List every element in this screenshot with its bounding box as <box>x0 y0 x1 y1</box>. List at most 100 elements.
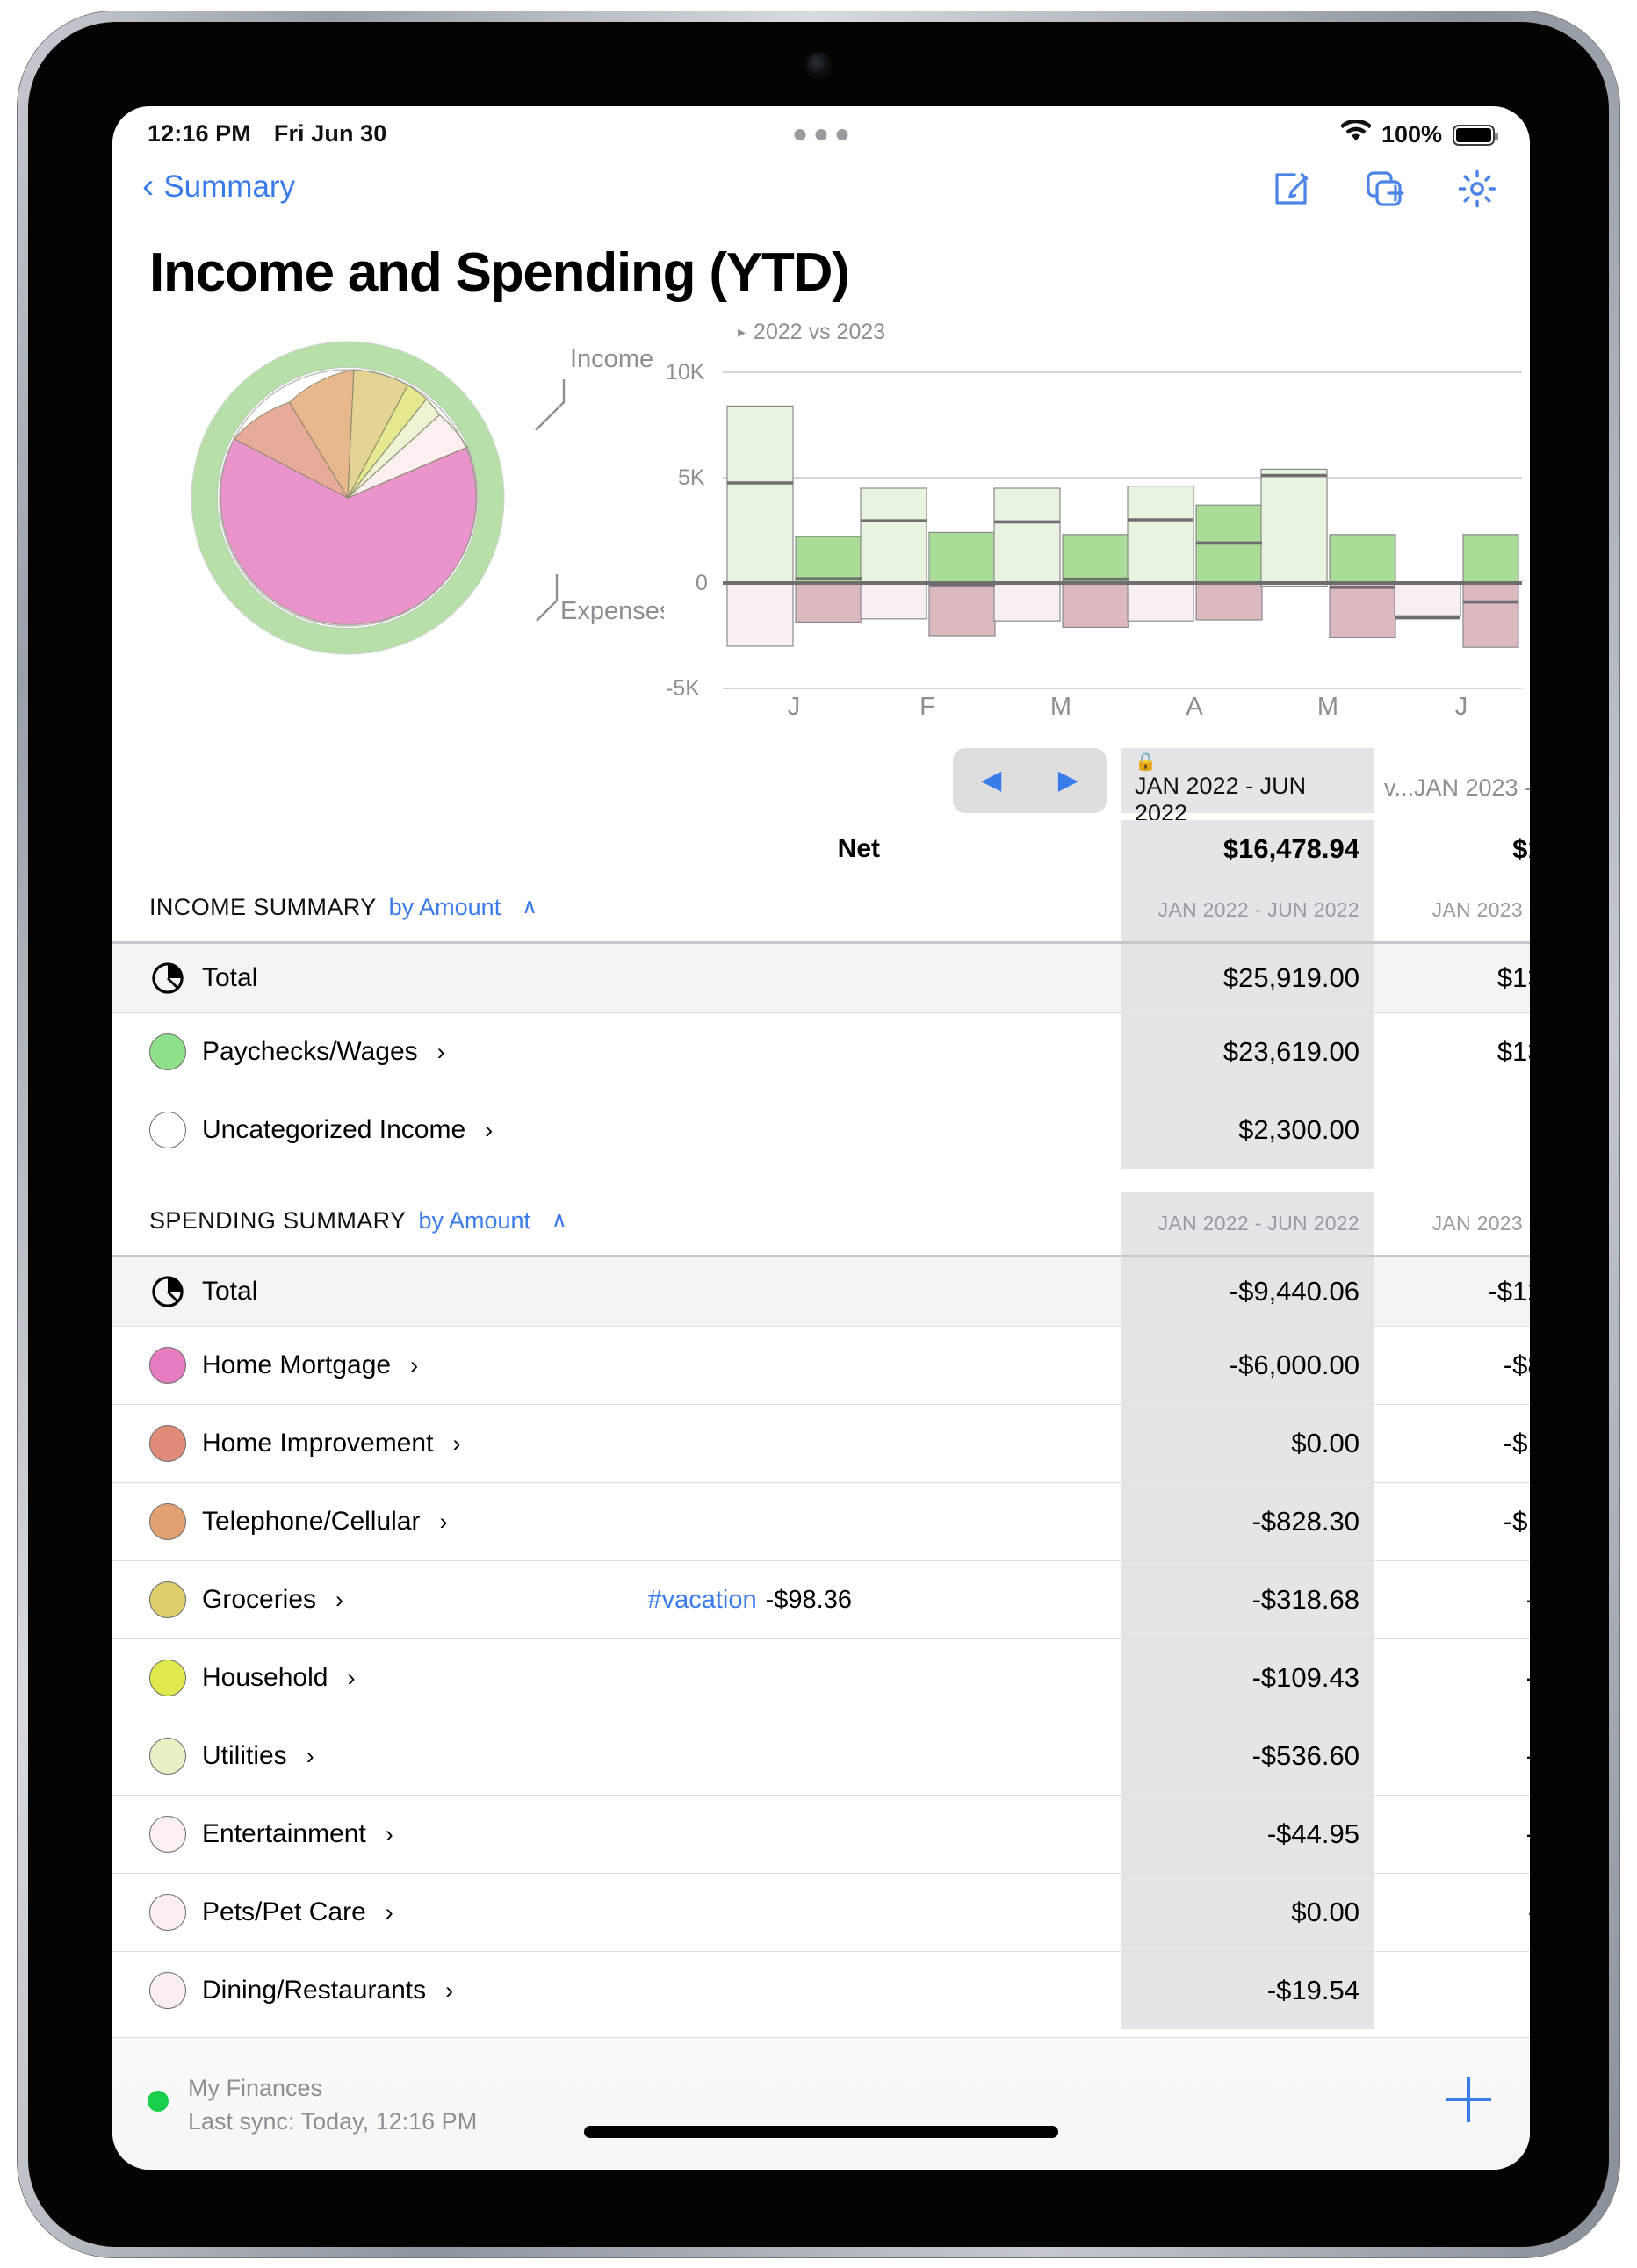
table-row[interactable]: Dining/Restaurants › -$19.54 -$95.00 <box>112 1951 1530 2029</box>
page-title: Income and Spending (YTD) <box>149 242 850 303</box>
chevron-right-icon: › <box>485 1116 494 1143</box>
table-row[interactable]: Groceries › #vacation -$98.36 -$318.68 -… <box>112 1560 1530 1638</box>
row-value-col1: -$19.54 <box>1121 1952 1374 2029</box>
net-value-col1: $16,478.94 <box>1121 820 1374 878</box>
category-color-dot <box>149 1972 186 2009</box>
gear-icon[interactable] <box>1456 168 1498 210</box>
category-color-dot <box>149 1816 186 1853</box>
row-value-col2: -$165.00 <box>1384 1796 1530 1873</box>
income-collapse-caret-icon[interactable]: ∧ <box>522 894 537 919</box>
status-time: 12:16 PM <box>148 120 251 147</box>
row-label: Household <box>202 1663 328 1692</box>
nav-actions <box>1270 168 1498 210</box>
row-label: Home Mortgage <box>202 1350 392 1379</box>
row-value-col1: -$6,000.00 <box>1121 1327 1374 1404</box>
donut-expenses-label: Expenses <box>560 597 664 625</box>
plus-icon[interactable] <box>1446 2077 1491 2122</box>
multitasking-dots[interactable] <box>794 129 848 140</box>
ipad-device-frame: 12:16 PM Fri Jun 30 100% ‹ Summary Incom… <box>18 11 1619 2257</box>
row-label: Groceries <box>202 1585 317 1614</box>
device-bezel: 12:16 PM Fri Jun 30 100% ‹ Summary Incom… <box>28 22 1609 2247</box>
account-name: My Finances <box>188 2075 323 2101</box>
xtick-mar: M <box>1050 693 1071 721</box>
bottom-status-bar: My Finances Last sync: Today, 12:16 PM <box>112 2037 1530 2170</box>
row-value-col1: $0.00 <box>1121 1874 1374 1951</box>
bar-chart-series-label[interactable]: ▸ 2022 vs 2023 <box>738 320 885 345</box>
row-value-col1: $2,300.00 <box>1121 1091 1374 1169</box>
chevron-left-icon: ‹ <box>142 166 155 205</box>
battery-icon <box>1453 124 1498 146</box>
category-color-dot <box>149 1112 186 1148</box>
ytick-neg5k: -5K <box>666 676 700 701</box>
table-row[interactable]: Household › -$109.43 -$208.66 <box>112 1638 1530 1717</box>
chevron-right-icon: › <box>385 1820 393 1847</box>
next-period-button[interactable]: ▶ <box>1058 767 1078 794</box>
row-value-col2: -$208.66 <box>1384 1639 1530 1717</box>
xtick-may: M <box>1317 693 1338 721</box>
front-camera <box>807 54 830 76</box>
column-2-period-label[interactable]: v...JAN 2023 - JUN 20... <box>1384 774 1530 802</box>
status-bar: 12:16 PM Fri Jun 30 100% <box>112 106 1530 161</box>
back-button-label: Summary <box>163 169 296 204</box>
disclosure-triangle-icon: ▸ <box>738 323 746 341</box>
ytick-0: 0 <box>696 571 708 595</box>
battery-percent: 100% <box>1381 121 1442 148</box>
chevron-right-icon: › <box>452 1429 461 1457</box>
table-row[interactable]: Telephone/Cellular › -$828.30 -$1,104.40 <box>112 1482 1530 1560</box>
xtick-apr: A <box>1186 693 1203 721</box>
table-row[interactable]: Pets/Pet Care › $0.00 -$110.00 <box>112 1873 1530 1951</box>
charts-region: Income Expenses ▸ 2022 vs 2023 10K 5K 0 … <box>112 320 1530 736</box>
net-label: Net <box>837 834 880 863</box>
spending-sort-by[interactable]: by Amount <box>418 1207 530 1235</box>
spending-col1-header: JAN 2022 - JUN 2022 <box>1121 1192 1374 1255</box>
table-row[interactable]: Paychecks/Wages › $23,619.00 $13,772.00 <box>112 1012 1530 1091</box>
pie-chart-icon <box>149 1273 186 1310</box>
lock-icon: 🔒 <box>1135 752 1157 772</box>
compose-icon[interactable] <box>1270 168 1312 210</box>
tag-link[interactable]: #vacation <box>647 1586 756 1615</box>
row-value-col1: -$318.68 <box>1121 1561 1374 1638</box>
table-row[interactable]: Total $25,919.00 $13,772.00 <box>112 941 1530 1012</box>
income-sort-by[interactable]: by Amount <box>389 894 501 921</box>
row-value-col2: -$8,400.00 <box>1503 1350 1530 1380</box>
income-expense-donut-chart: Income Expenses <box>137 318 672 731</box>
row-value-col1: $23,619.00 <box>1121 1013 1374 1091</box>
column-1-period-selector[interactable]: 🔒 JAN 2022 - JUN 2022 <box>1121 748 1374 826</box>
home-indicator[interactable] <box>584 2126 1058 2138</box>
spending-summary-header: SPENDING SUMMARY by Amount ∧ JAN 2022 - … <box>112 1192 1530 1255</box>
wifi-icon <box>1339 119 1372 149</box>
status-bar-right: 100% <box>1339 119 1498 149</box>
spending-collapse-caret-icon[interactable]: ∧ <box>552 1207 567 1233</box>
sync-status-dot <box>148 2091 169 2112</box>
row-value-col1: -$109.43 <box>1121 1639 1374 1717</box>
table-row[interactable]: Home Mortgage › -$6,000.00 -$8,400.00 <box>112 1326 1530 1404</box>
spending-col2-header: JAN 2023 - JUN 2023 <box>1431 1211 1530 1235</box>
xtick-feb: F <box>919 693 935 721</box>
duplicate-add-icon[interactable] <box>1363 168 1405 210</box>
spending-summary-title: SPENDING SUMMARY <box>149 1207 407 1234</box>
row-value-col2: -$12,628.36 <box>1488 1276 1530 1307</box>
xtick-jun: J <box>1455 693 1468 721</box>
chevron-right-icon: › <box>439 1508 448 1535</box>
table-row[interactable]: Utilities › -$536.60 -$207.43 <box>112 1717 1530 1795</box>
income-col2-header: JAN 2023 - JUN 2023 <box>1431 897 1530 921</box>
row-label: Home Improvement <box>202 1429 434 1458</box>
row-value-col1: -$828.30 <box>1121 1483 1374 1560</box>
row-value-col1: $0.00 <box>1121 1405 1374 1482</box>
row-label: Total <box>202 963 258 992</box>
row-label: Pets/Pet Care <box>202 1897 366 1926</box>
table-row[interactable]: Entertainment › -$44.95 -$165.00 <box>112 1795 1530 1873</box>
back-button[interactable]: ‹ Summary <box>142 169 295 205</box>
table-row[interactable]: Total -$9,440.06 -$12,628.36 <box>112 1255 1530 1326</box>
row-value-col2: -$110.00 <box>1384 1874 1530 1951</box>
row-value-col2: -$207.43 <box>1384 1717 1530 1795</box>
period-arrows[interactable]: ◀ ▶ <box>953 748 1107 813</box>
income-spending-bar-chart: ▸ 2022 vs 2023 10K 5K 0 -5K J F M A M J <box>657 309 1526 722</box>
table-row[interactable]: Home Improvement › $0.00 -$1,337.01 <box>112 1404 1530 1482</box>
prev-period-button[interactable]: ◀ <box>981 767 1001 794</box>
donut-income-label: Income <box>570 345 653 373</box>
row-label: Total <box>202 1277 258 1306</box>
row-value-col2: $0.00 <box>1384 1091 1530 1169</box>
ytick-10k: 10K <box>666 360 705 385</box>
table-row[interactable]: Uncategorized Income › $2,300.00 $0.00 <box>112 1091 1530 1169</box>
